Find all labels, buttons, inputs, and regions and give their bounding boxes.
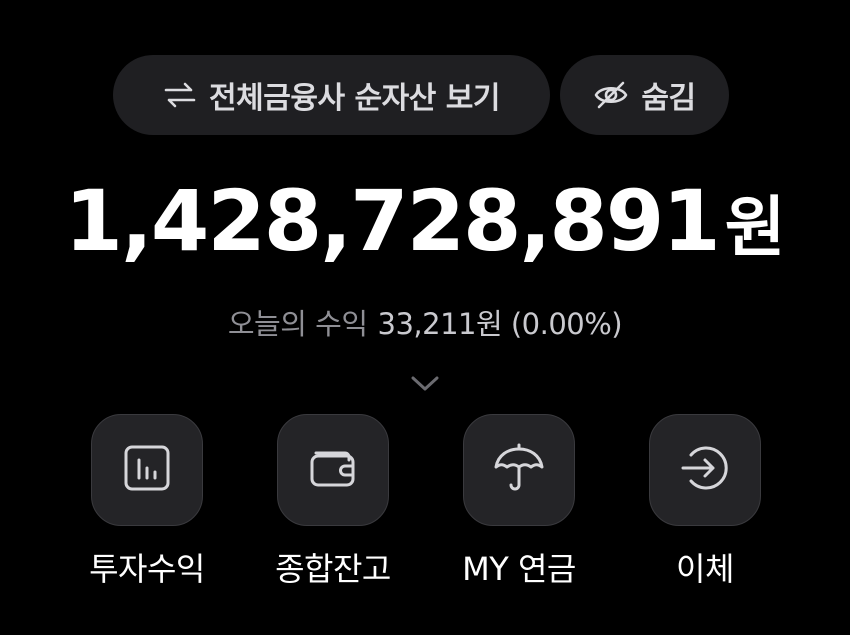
chevron-down-icon (408, 373, 442, 399)
today-profit-label: 오늘의 수익 (227, 307, 368, 341)
total-assets: 1,428,728,891 원 (0, 172, 850, 282)
bar-chart-icon (122, 443, 172, 497)
hide-button[interactable]: 숨김 (560, 55, 729, 135)
transfer-button[interactable]: 이체 (610, 414, 800, 604)
total-amount: 1,428,728,891 (64, 172, 721, 270)
net-assets-button[interactable]: 전체금융사 순자산 보기 (113, 55, 550, 135)
wallet-icon (307, 443, 359, 497)
umbrella-icon (491, 440, 547, 500)
my-pension-label: MY 연금 (462, 550, 576, 588)
hide-button-label: 숨김 (641, 81, 696, 116)
transfer-arrow-icon (677, 440, 733, 500)
net-assets-button-label: 전체금융사 순자산 보기 (209, 81, 500, 116)
swap-arrows-icon (163, 80, 197, 110)
today-profit: 오늘의 수익 33,211원 (0.00%) (0, 300, 850, 344)
total-balance-label: 종합잔고 (275, 550, 391, 588)
total-balance-tile[interactable] (277, 414, 389, 526)
transfer-label: 이체 (676, 550, 734, 588)
my-pension-tile[interactable] (463, 414, 575, 526)
my-pension-button[interactable]: MY 연금 (424, 414, 614, 604)
eye-off-icon (593, 80, 629, 110)
investment-return-label: 투자수익 (89, 550, 205, 588)
investment-return-button[interactable]: 투자수익 (52, 414, 242, 604)
expand-toggle[interactable] (405, 372, 445, 400)
investment-return-tile[interactable] (91, 414, 203, 526)
total-currency-unit: 원 (724, 189, 786, 266)
today-profit-value: 33,211원 (0.00%) (377, 307, 623, 341)
transfer-tile[interactable] (649, 414, 761, 526)
total-balance-button[interactable]: 종합잔고 (238, 414, 428, 604)
